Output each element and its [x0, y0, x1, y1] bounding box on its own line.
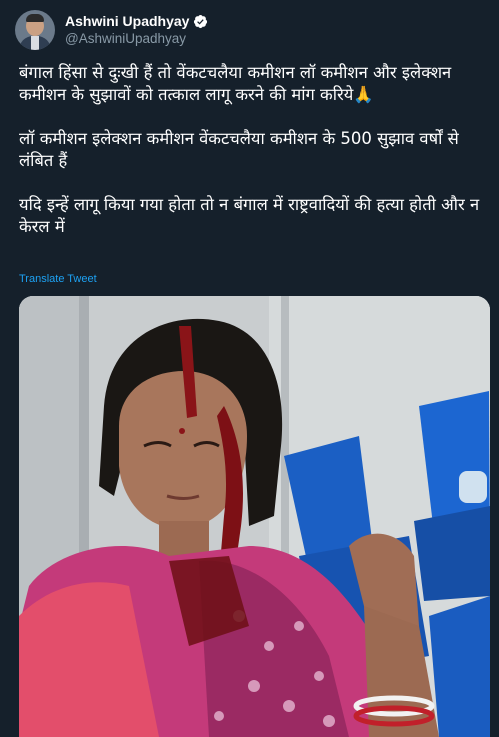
tweet-media-photo[interactable]	[19, 296, 490, 737]
tweet-text: बंगाल हिंसा से दुःखी हैं तो वेंकटचलैया क…	[19, 62, 489, 238]
verified-badge-icon	[194, 14, 208, 28]
display-name[interactable]: Ashwini Upadhyay	[65, 12, 189, 30]
avatar-hair	[26, 14, 44, 22]
tweet-paragraph-3: यदि इन्हें लागू किया गया होता तो न बंगाल…	[19, 195, 485, 236]
injured-woman-photo	[19, 296, 490, 737]
tweet-paragraph-2: लॉ कमीशन इलेक्शन कमीशन वेंकटचलैया कमीशन …	[19, 129, 465, 170]
photo-blue-seat-4	[429, 596, 490, 737]
author-info: Ashwini Upadhyay @AshwiniUpadhyay	[65, 12, 208, 48]
avatar-shirt	[31, 36, 39, 50]
photo-bindi	[179, 428, 185, 434]
photo-bottle	[459, 471, 487, 503]
translate-tweet-link[interactable]: Translate Tweet	[19, 273, 97, 285]
tweet-paragraph-1: बंगाल हिंसा से दुःखी हैं तो वेंकटचलैया क…	[19, 63, 457, 104]
photo-blue-seat-1-base	[414, 506, 490, 601]
avatar[interactable]	[15, 10, 55, 50]
photo-wall-edge	[281, 296, 289, 596]
author-handle[interactable]: @AshwiniUpadhyay	[65, 30, 208, 48]
tweet-header: Ashwini Upadhyay @AshwiniUpadhyay	[15, 8, 208, 52]
display-name-row: Ashwini Upadhyay	[65, 12, 208, 30]
tweet-card: Ashwini Upadhyay @AshwiniUpadhyay बंगाल …	[0, 0, 499, 737]
